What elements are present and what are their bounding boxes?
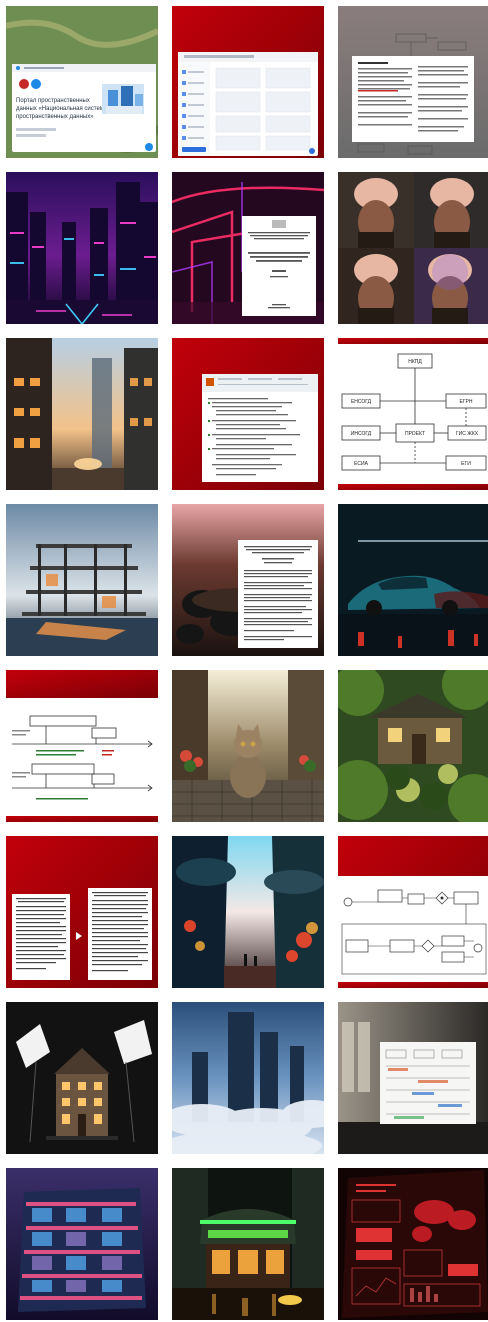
cat-street-thumbnail <box>172 670 324 822</box>
diagram-label-ensogd: ЕНСОГД <box>351 399 372 405</box>
gallery-tile-red-bpmn[interactable] <box>338 836 488 988</box>
gallery-tile-neon-doc[interactable] <box>172 172 324 324</box>
diagram-label-insogd: ИНСОГД <box>351 431 372 437</box>
portal-title-line-2: данных «Национальная система <box>16 106 108 112</box>
portal-title-line-1: Портал пространственных <box>16 98 90 104</box>
red-two-docs-thumbnail <box>6 836 158 988</box>
gallery-tile-red-two-docs[interactable] <box>6 836 158 988</box>
office-board-thumbnail <box>338 1002 488 1154</box>
gallery-tile-timeline-diagram[interactable] <box>6 670 158 822</box>
car-night-thumbnail <box>338 504 488 656</box>
meeting-doc-thumbnail <box>172 504 324 656</box>
gallery-tile-red-dashboard[interactable] <box>338 1168 488 1320</box>
red-dashboard-thumbnail <box>338 1168 488 1320</box>
construction-thumbnail <box>6 504 158 656</box>
gallery-tile-map-portal[interactable]: Портал пространственных данных «Национал… <box>6 6 158 158</box>
gallery-tile-cyber-street[interactable] <box>172 836 324 988</box>
brain-portraits-thumbnail <box>338 172 488 324</box>
gallery-tile-glass-building[interactable] <box>6 1168 158 1320</box>
cyber-street-thumbnail <box>172 836 324 988</box>
gallery-tile-office-board[interactable] <box>338 1002 488 1154</box>
diagram-label-project: ПРОЕКТ <box>405 431 425 437</box>
map-portal-thumbnail: Портал пространственных данных «Национал… <box>6 6 158 158</box>
gallery-tile-cat-street[interactable] <box>172 670 324 822</box>
white-diagram-thumbnail: НКПД ЕНСОГД ЕГРН ИНСОГД ПРОЕКТ ГИС ЖКХ Е… <box>338 338 488 490</box>
gallery-tile-construction[interactable] <box>6 504 158 656</box>
neon-doc-thumbnail <box>172 172 324 324</box>
diagram-label-nkpd: НКПД <box>408 359 422 365</box>
gallery-tile-doc-flowchart[interactable] <box>338 6 488 158</box>
gallery-tile-brain-portraits[interactable] <box>338 172 488 324</box>
gallery-tile-street-photo[interactable] <box>6 338 158 490</box>
red-app-thumbnail <box>172 6 324 158</box>
timeline-diagram-thumbnail <box>6 670 158 822</box>
cloud-city-thumbnail <box>172 1002 324 1154</box>
portal-title-line-3: пространственных данных» <box>16 114 94 120</box>
diagram-label-esia: ЕСИА <box>354 461 369 467</box>
gallery-tile-green-house[interactable] <box>338 670 488 822</box>
image-gallery: Портал пространственных данных «Национал… <box>0 0 488 1322</box>
neon-city-thumbnail <box>6 172 158 324</box>
gallery-tile-neon-city[interactable] <box>6 172 158 324</box>
red-doc-thumbnail <box>172 338 324 490</box>
gallery-tile-red-doc[interactable] <box>172 338 324 490</box>
doc-flowchart-thumbnail <box>338 6 488 158</box>
gallery-tile-neon-shop[interactable] <box>172 1168 324 1320</box>
red-bpmn-thumbnail <box>338 836 488 988</box>
green-house-thumbnail <box>338 670 488 822</box>
street-photo-thumbnail <box>6 338 158 490</box>
gallery-tile-red-app[interactable] <box>172 6 324 158</box>
gallery-tile-house-studio[interactable] <box>6 1002 158 1154</box>
diagram-label-egi: ЕГИ <box>461 461 471 467</box>
gallery-tile-cloud-city[interactable] <box>172 1002 324 1154</box>
neon-shop-thumbnail <box>172 1168 324 1320</box>
gallery-tile-car-night[interactable] <box>338 504 488 656</box>
diagram-label-egrn: ЕГРН <box>460 399 473 405</box>
gallery-tile-meeting-doc[interactable] <box>172 504 324 656</box>
diagram-label-gis-zhkh: ГИС ЖКХ <box>456 431 479 437</box>
house-studio-thumbnail <box>6 1002 158 1154</box>
glass-building-thumbnail <box>6 1168 158 1320</box>
gallery-tile-white-diagram[interactable]: НКПД ЕНСОГД ЕГРН ИНСОГД ПРОЕКТ ГИС ЖКХ Е… <box>338 338 488 490</box>
